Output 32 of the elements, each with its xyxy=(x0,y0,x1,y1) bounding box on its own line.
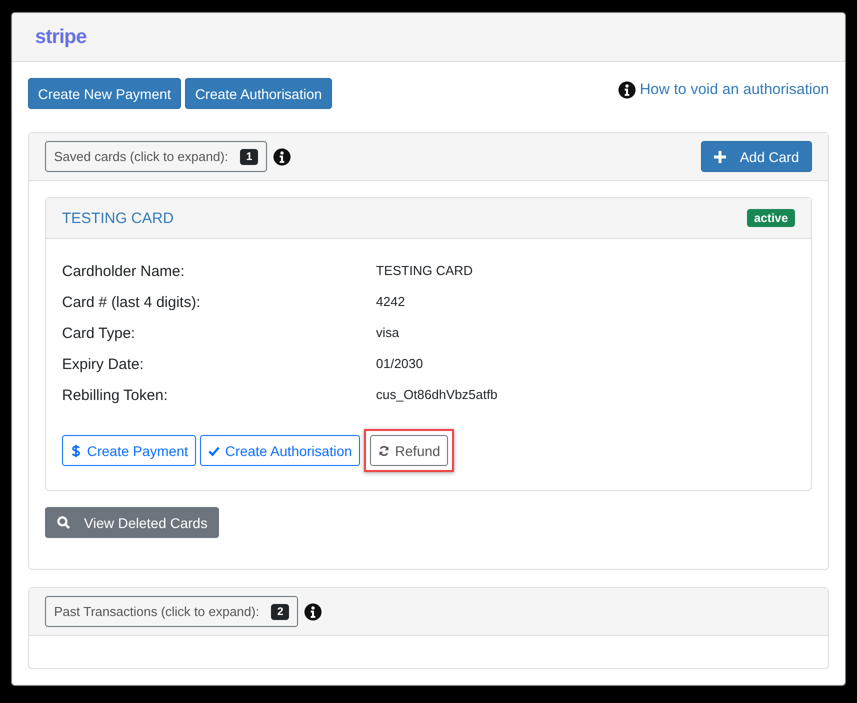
action-button[interactable]: Create Payment xyxy=(62,435,196,466)
action-button[interactable]: Create Authorisation xyxy=(200,435,360,466)
dollar-icon xyxy=(70,444,82,458)
card-title: TESTING CARD xyxy=(62,210,174,226)
field-label: Rebilling Token: xyxy=(62,387,169,406)
plus-icon xyxy=(714,150,726,162)
search-icon xyxy=(57,516,70,529)
field-value: TESTING CARD xyxy=(376,263,474,280)
field-value: visa xyxy=(376,325,400,342)
field-value: cus_Ot86dhVbz5atfb xyxy=(376,387,498,404)
field-label: Expiry Date: xyxy=(62,356,145,375)
logo: stripe xyxy=(35,26,86,48)
field-value: 01/2030 xyxy=(376,356,424,373)
field-label: Cardholder Name: xyxy=(62,263,186,282)
field-label: Card # (last 4 digits): xyxy=(62,294,202,313)
field-value: 4242 xyxy=(376,294,406,311)
info-icon xyxy=(304,602,322,620)
help-link[interactable]: How to void an authorisation xyxy=(640,81,829,98)
action-button[interactable]: Refund xyxy=(370,435,448,466)
create-button[interactable]: Create New Payment xyxy=(28,78,182,109)
status-badge: active xyxy=(746,209,795,227)
add-card-button[interactable]: Add Card xyxy=(700,141,812,172)
field-label: Card Type: xyxy=(62,325,136,344)
refresh-icon xyxy=(378,444,390,458)
count-badge: 1 xyxy=(240,148,258,164)
count-badge: 2 xyxy=(271,604,290,620)
info-icon xyxy=(618,80,636,98)
expand-toggle[interactable]: Saved cards (click to expand): 1 xyxy=(45,141,268,172)
expand-toggle[interactable]: Past Transactions (click to expand): 2 xyxy=(45,596,298,627)
create-button[interactable]: Create Authorisation xyxy=(185,78,332,109)
info-icon xyxy=(273,148,292,166)
view-deleted-button[interactable]: View Deleted Cards xyxy=(45,507,220,538)
